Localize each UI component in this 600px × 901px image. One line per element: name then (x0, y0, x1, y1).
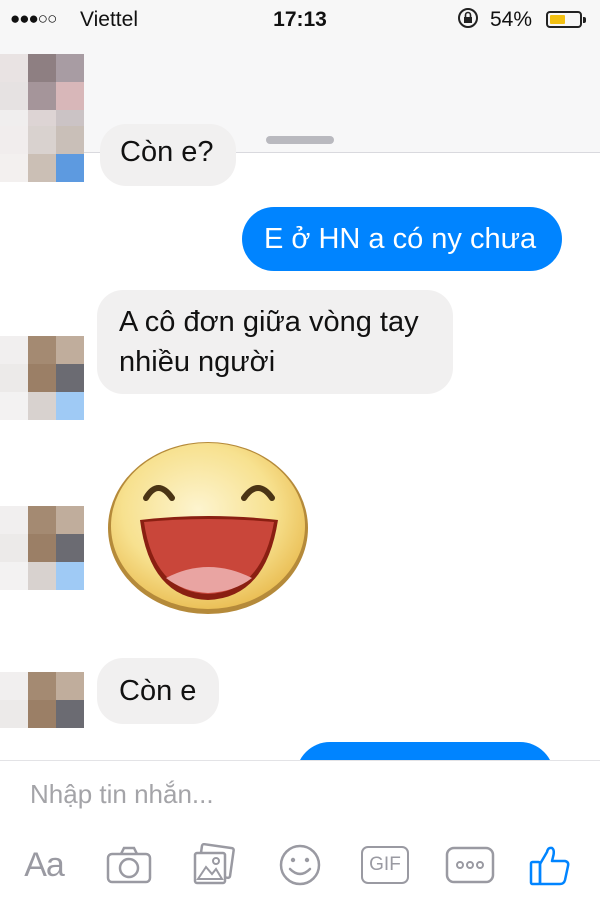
laughing-face-sticker[interactable] (106, 438, 310, 616)
battery-icon (546, 11, 586, 28)
laughing-face-icon (108, 442, 308, 614)
message-composer: Nhập tin nhắn... Aa GIF (0, 760, 600, 901)
message-text: Còn e (119, 675, 197, 707)
emoji-icon (279, 844, 321, 886)
gallery-icon (193, 843, 235, 885)
contact-avatar[interactable] (0, 672, 84, 748)
camera-icon (106, 846, 152, 884)
text-format-icon: Aa (24, 845, 65, 884)
like-button[interactable] (526, 841, 574, 889)
message-text-line: nhiều người (119, 346, 276, 378)
contact-avatar[interactable] (0, 336, 84, 420)
incoming-message[interactable]: Còn e (97, 658, 219, 724)
message-text: E ở HN a có ny chưa (264, 223, 537, 255)
gif-label: GIF (369, 854, 401, 875)
message-input[interactable]: Nhập tin nhắn... (30, 779, 214, 810)
gif-icon: GIF (361, 846, 409, 884)
incoming-message[interactable]: A cô đơn giữa vòng tay nhiều người (97, 290, 453, 394)
battery-level (550, 15, 565, 24)
status-bar: ●●●○○ Viettel 17:13 54% (0, 0, 600, 40)
more-icon (445, 846, 495, 884)
emoji-button[interactable] (274, 841, 326, 889)
rotation-lock-icon (458, 8, 478, 28)
gif-button[interactable]: GIF (358, 841, 412, 889)
message-text-line: A cô đơn giữa vòng tay (119, 306, 419, 338)
battery-percent: 54% (490, 8, 533, 31)
camera-button[interactable] (103, 841, 155, 889)
more-button[interactable] (444, 841, 496, 889)
text-format-button[interactable]: Aa (18, 841, 70, 889)
contact-avatar[interactable] (0, 506, 84, 590)
gallery-button[interactable] (188, 841, 240, 889)
outgoing-message[interactable]: E ở HN a có ny chưa (242, 207, 562, 271)
like-icon (529, 846, 570, 886)
